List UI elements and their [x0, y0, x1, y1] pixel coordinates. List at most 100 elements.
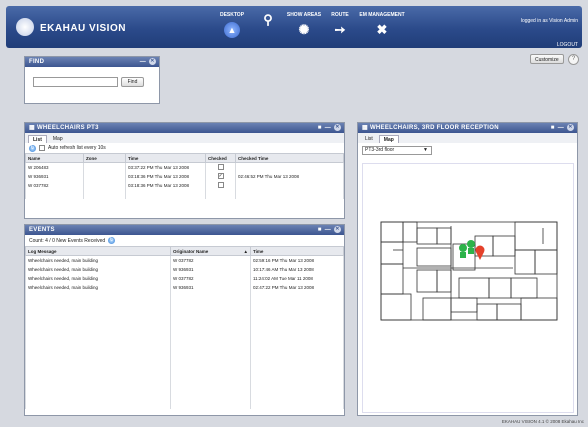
minimize-icon[interactable]: —	[140, 58, 146, 66]
close-icon[interactable]: ✕	[334, 124, 341, 131]
col-header-log-message[interactable]: Log Message	[25, 246, 171, 256]
nav-desktop[interactable]: DESKTOP ▲	[214, 8, 250, 46]
logout-link[interactable]: LOGOUT	[557, 42, 578, 48]
table-row[interactable]: Wheelchairs needed, main building W 9369…	[25, 264, 344, 274]
col-header-checked-time[interactable]: Checked Time	[235, 153, 344, 163]
events-panel-controls: ■ — ✕	[318, 226, 341, 234]
cell-message: Wheelchairs needed, main building	[25, 255, 171, 265]
col-header-time[interactable]: Time	[125, 153, 206, 163]
wheelchair-marker-red-icon[interactable]	[475, 245, 485, 261]
refresh-row: ↻ Auto refresh list every 10s	[25, 143, 344, 153]
table-row-empty	[25, 354, 344, 364]
cell-checked-time	[235, 180, 344, 190]
help-icon[interactable]: ?	[568, 54, 579, 65]
table-row-empty	[25, 363, 344, 373]
cell-zone	[83, 171, 126, 181]
refresh-icon[interactable]: ↻	[29, 144, 36, 152]
maximize-icon[interactable]: ■	[318, 226, 322, 234]
cell-name: W 936931	[25, 171, 84, 181]
nav-show-areas-label: SHOW AREAS	[286, 12, 322, 18]
nav-em-management-label: EM MANAGEMENT	[359, 12, 405, 18]
find-panel-title-text: FIND	[29, 59, 45, 65]
wheelchairs-panel-title-text: WHEELCHAIRS PT3	[36, 125, 99, 131]
customize-button[interactable]: Customize	[530, 54, 564, 64]
table-header-row: Name Zone Time Checked Checked Time	[25, 153, 344, 163]
table-row-empty	[25, 309, 344, 319]
main-nav: DESKTOP ▲ ⚲ SHOW AREAS ✺ ROUTE ➙ EM MANA…	[214, 8, 406, 46]
find-panel-title: FIND — ✕	[25, 57, 159, 67]
col-header-zone[interactable]: Zone	[83, 153, 126, 163]
nav-search[interactable]: ⚲	[250, 8, 286, 46]
cell-message: Wheelchairs needed, main building	[25, 264, 171, 274]
table-row-empty	[25, 327, 344, 337]
tab-map[interactable]: Map	[378, 135, 399, 143]
checked-checkbox[interactable]	[217, 163, 224, 170]
table-row[interactable]: W 037782 03:18:36 PM Thu Mar 13 2008	[25, 180, 344, 190]
cell-time: 02:59:16 PM Thu Mar 13 2008	[250, 255, 344, 265]
auto-refresh-checkbox[interactable]	[39, 145, 45, 151]
col-header-originator[interactable]: Originator Name ▲	[170, 246, 251, 256]
minimize-icon[interactable]: —	[558, 124, 564, 132]
maximize-icon[interactable]: ■	[551, 124, 555, 132]
map-panel-title-text: WHEELCHAIRS, 3RD FLOOR RECEPTION	[369, 125, 499, 131]
nav-em-management[interactable]: EM MANAGEMENT ✖	[358, 8, 406, 46]
cell-checked	[205, 162, 236, 172]
wheelchairs-panel-controls: ■ — ✕	[318, 124, 341, 132]
table-row-empty	[25, 372, 344, 382]
checked-checkbox[interactable]: ✓	[217, 173, 224, 179]
checked-checkbox[interactable]	[217, 181, 224, 188]
nav-desktop-label: DESKTOP	[219, 12, 245, 18]
wheelchair-marker-green-icon[interactable]	[467, 240, 475, 254]
floor-map[interactable]	[362, 163, 574, 413]
route-icon: ➙	[334, 22, 346, 37]
map-panel-title: ▦ WHEELCHAIRS, 3RD FLOOR RECEPTION ■ — ✕	[358, 123, 577, 133]
table-row-empty	[25, 291, 344, 301]
find-input[interactable]	[33, 77, 118, 87]
cell-checked	[205, 180, 236, 190]
ekahau-logo-icon	[16, 18, 34, 36]
map-panel: ▦ WHEELCHAIRS, 3RD FLOOR RECEPTION ■ — ✕…	[357, 122, 578, 416]
col-header-time[interactable]: Time	[250, 246, 344, 256]
tab-list[interactable]: List	[28, 135, 47, 143]
maximize-icon[interactable]: ■	[318, 124, 322, 132]
minimize-icon[interactable]: —	[325, 124, 331, 132]
table-row-empty	[25, 318, 344, 328]
map-tabs: List Map	[358, 133, 577, 143]
nav-show-areas[interactable]: SHOW AREAS ✺	[286, 8, 322, 46]
wheelchairs-table: Name Zone Time Checked Checked Time W 20…	[25, 153, 344, 199]
cell-time: 03:37:22 PM Thu Mar 13 2008	[125, 162, 206, 172]
wheelchairs-tabs: List Map	[25, 133, 344, 143]
close-icon[interactable]: ✕	[567, 124, 574, 131]
wheelchair-marker-green-icon[interactable]	[459, 244, 467, 258]
cell-zone	[83, 180, 126, 190]
close-icon[interactable]: ✕	[149, 58, 156, 65]
col-header-originator-text: Originator Name	[173, 248, 209, 254]
nav-route[interactable]: ROUTE ➙	[322, 8, 358, 46]
floor-plan-image	[380, 221, 558, 321]
sort-asc-icon: ▲	[243, 248, 248, 254]
close-icon[interactable]: ✕	[334, 226, 341, 233]
find-button[interactable]: Find	[121, 77, 144, 87]
logged-in-text: logged in as Vision Admin	[520, 18, 578, 24]
floor-select[interactable]: PT3-3rd floor ▼	[362, 146, 432, 155]
table-row-empty	[25, 390, 344, 400]
tab-list[interactable]: List	[361, 135, 377, 143]
table-row-empty	[25, 336, 344, 346]
table-row-empty	[25, 345, 344, 355]
tab-map[interactable]: Map	[49, 135, 67, 143]
minimize-icon[interactable]: —	[325, 226, 331, 234]
col-header-name[interactable]: Name	[25, 153, 84, 163]
col-header-checked[interactable]: Checked	[205, 153, 236, 163]
table-row[interactable]: W 206483 03:37:22 PM Thu Mar 13 2008	[25, 162, 344, 172]
cell-checked-time: 02:46:52 PM Thu Mar 13 2008	[235, 171, 344, 181]
app-title: EKAHAU VISION	[40, 23, 126, 34]
table-row-empty	[25, 399, 344, 409]
table-row-empty	[25, 300, 344, 310]
cell-originator: W 037782	[170, 255, 251, 265]
table-row[interactable]: Wheelchairs needed, main building W 0377…	[25, 255, 344, 265]
table-row[interactable]: W 936931 03:18:36 PM Thu Mar 13 2008 ✓ 0…	[25, 171, 344, 181]
table-row[interactable]: Wheelchairs needed, main building W 9369…	[25, 282, 344, 292]
refresh-icon[interactable]: ↻	[108, 237, 116, 244]
cell-checked-time	[235, 162, 344, 172]
table-row[interactable]: Wheelchairs needed, main building W 0377…	[25, 273, 344, 283]
